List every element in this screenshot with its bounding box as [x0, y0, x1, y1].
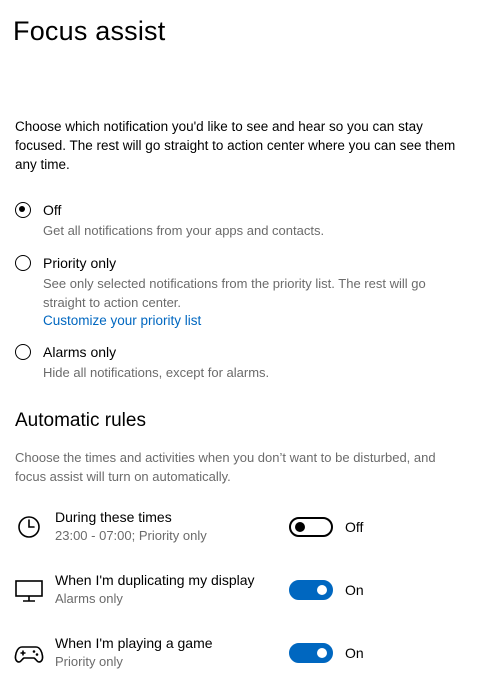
during-these-times-toggle[interactable]: [289, 517, 333, 537]
customize-priority-list-link[interactable]: Customize your priority list: [43, 311, 201, 330]
option-priority-only-description: See only selected notifications from the…: [43, 276, 426, 310]
option-alarms-only-description: Hide all notifications, except for alarm…: [43, 365, 270, 380]
page-title: Focus assist: [13, 16, 166, 46]
option-off-label: Off: [43, 202, 62, 218]
option-off-description: Get all notifications from your apps and…: [43, 223, 325, 238]
gamepad-icon: [14, 646, 44, 663]
option-priority-only-label: Priority only: [43, 255, 117, 271]
intro-text: Choose which notification you'd like to …: [15, 119, 456, 172]
automatic-rules-description: Choose the times and activities when you…: [15, 450, 436, 484]
option-alarms-only-label: Alarms only: [43, 344, 117, 360]
focus-assist-page: Focus assist Choose which notification y…: [0, 0, 480, 682]
radio-priority-only[interactable]: [15, 255, 31, 271]
rule-title: When I'm duplicating my display: [55, 572, 255, 588]
rule-duplicating-display[interactable]: When I'm duplicating my display Alarms o…: [0, 571, 480, 611]
rule-title: When I'm playing a game: [55, 635, 213, 651]
toggle-state-label: On: [345, 645, 364, 661]
toggle-state-label: Off: [345, 519, 364, 535]
rule-during-these-times[interactable]: During these times 23:00 - 07:00; Priori…: [0, 508, 480, 548]
toggle-knob: [317, 585, 327, 595]
option-alarms-only[interactable]: Alarms only Hide all notifications, exce…: [15, 343, 465, 383]
rule-subtitle: Alarms only: [55, 591, 123, 606]
rule-subtitle: Priority only: [55, 654, 123, 669]
rule-subtitle: 23:00 - 07:00; Priority only: [55, 528, 207, 543]
monitor-icon: [15, 580, 43, 602]
radio-off[interactable]: [15, 202, 31, 218]
playing-game-toggle[interactable]: [289, 643, 333, 663]
toggle-knob: [317, 648, 327, 658]
rule-playing-game[interactable]: When I'm playing a game Priority only On: [0, 634, 480, 674]
rule-title: During these times: [55, 509, 172, 525]
option-off[interactable]: Off Get all notifications from your apps…: [15, 201, 465, 241]
duplicating-display-toggle[interactable]: [289, 580, 333, 600]
clock-icon: [18, 516, 40, 538]
toggle-knob: [295, 522, 305, 532]
toggle-state-label: On: [345, 582, 364, 598]
option-priority-only[interactable]: Priority only See only selected notifica…: [15, 254, 465, 332]
automatic-rules-title: Automatic rules: [15, 410, 146, 431]
radio-alarms-only[interactable]: [15, 344, 31, 360]
